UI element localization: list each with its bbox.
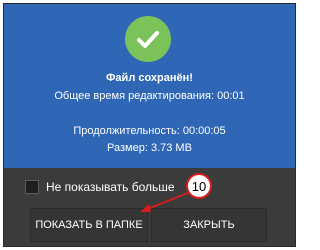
step-number-callout: 10 xyxy=(186,173,212,199)
annotation-arrow xyxy=(140,192,189,212)
